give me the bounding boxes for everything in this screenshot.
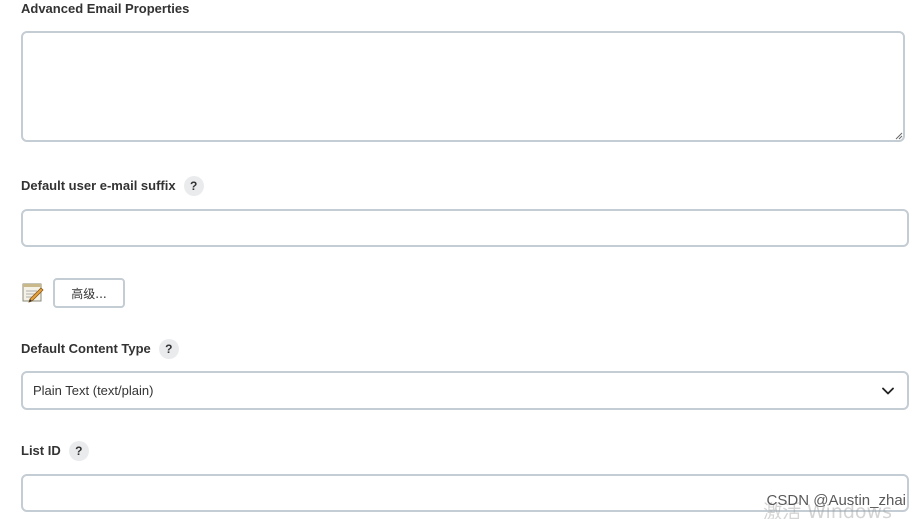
advanced-email-properties-label: Advanced Email Properties bbox=[21, 0, 189, 20]
content-type-selected-value: Plain Text (text/plain) bbox=[33, 383, 154, 398]
advanced-email-properties-text: Advanced Email Properties bbox=[21, 1, 190, 16]
email-settings-page: Advanced Email Properties Default user e… bbox=[0, 0, 920, 519]
advanced-button[interactable]: 高级... bbox=[53, 278, 125, 308]
default-suffix-text: Default user e-mail suffix bbox=[21, 178, 176, 193]
csdn-watermark: CSDN @Austin_zhai bbox=[766, 492, 906, 509]
resize-grip-icon[interactable] bbox=[895, 132, 903, 140]
help-icon[interactable]: ? bbox=[158, 339, 179, 359]
content-type-label: Default Content Type ? bbox=[21, 338, 179, 360]
default-suffix-input[interactable] bbox=[21, 209, 909, 247]
list-id-text: List ID bbox=[21, 443, 61, 458]
notepad-edit-icon bbox=[22, 283, 44, 303]
chevron-down-icon bbox=[882, 387, 894, 394]
advanced-email-properties-textarea[interactable] bbox=[21, 31, 905, 142]
content-type-text: Default Content Type bbox=[21, 341, 151, 356]
help-icon[interactable]: ? bbox=[183, 176, 204, 196]
list-id-label: List ID ? bbox=[21, 440, 89, 462]
help-icon[interactable]: ? bbox=[68, 441, 89, 461]
default-suffix-label: Default user e-mail suffix ? bbox=[21, 175, 204, 197]
content-type-select[interactable]: Plain Text (text/plain) bbox=[21, 371, 909, 410]
